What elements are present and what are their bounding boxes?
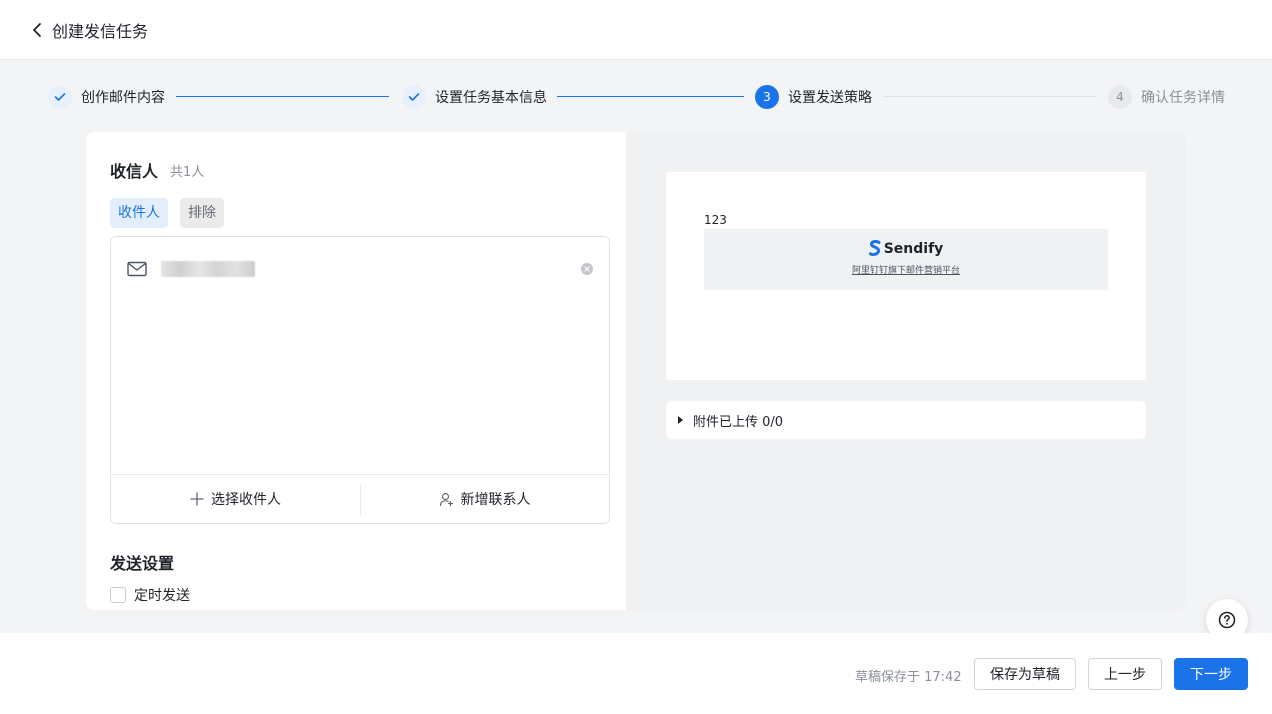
add-contact-label: 新增联系人	[460, 492, 531, 508]
step-number: 4	[1108, 85, 1132, 109]
brand-name: Sendify	[883, 240, 944, 257]
bottom-action-bar: 草稿保存于 17:42 保存为草稿 上一步 下一步	[0, 633, 1272, 714]
top-header: 创建发信任务	[0, 0, 1272, 60]
select-recipients-button[interactable]: 选择收件人	[111, 475, 360, 523]
step-label: 创作邮件内容	[81, 90, 165, 106]
email-preview-panel: 123 Sendify 阿里钉钉旗下邮件营销平台 附件已上传 0/0	[626, 132, 1186, 610]
mail-icon	[127, 261, 147, 277]
back-button[interactable]	[28, 21, 46, 39]
step-done-circle	[48, 85, 72, 109]
check-icon	[54, 93, 66, 101]
step-3: 3 设置发送策略	[755, 84, 872, 110]
recipient-actions: 选择收件人 新增联系人	[111, 474, 609, 523]
step-label: 设置发送策略	[788, 90, 872, 106]
next-step-button[interactable]: 下一步	[1174, 658, 1248, 690]
step-label: 确认任务详情	[1141, 90, 1225, 106]
step-number: 3	[755, 85, 779, 109]
send-settings-title: 发送设置	[110, 554, 175, 573]
caret-right-icon	[678, 416, 683, 424]
step-connector	[176, 96, 389, 97]
recipient-count: 共1人	[170, 165, 205, 180]
page: 创建发信任务 创作邮件内容 设置任务基本信息 3 设置发送策略 4 确认任务详情…	[0, 0, 1272, 714]
check-icon	[408, 93, 420, 101]
remove-recipient-icon[interactable]	[581, 263, 593, 275]
attachments-toggle[interactable]: 附件已上传 0/0	[666, 401, 1146, 439]
brand-footer: Sendify 阿里钉钉旗下邮件营销平台	[704, 229, 1108, 290]
tab-exclude[interactable]: 排除	[180, 198, 224, 228]
page-title: 创建发信任务	[52, 21, 149, 41]
step-4: 4 确认任务详情	[1108, 84, 1225, 110]
add-contact-button[interactable]: 新增联系人	[360, 475, 609, 523]
attachments-status: 附件已上传 0/0	[693, 414, 784, 430]
previous-step-button[interactable]: 上一步	[1088, 658, 1162, 690]
plus-icon	[190, 492, 204, 506]
recipients-title: 收信人	[110, 162, 159, 181]
brand-logo: Sendify	[704, 240, 1108, 257]
recipient-email-redacted	[161, 261, 255, 277]
step-done-circle	[402, 85, 426, 109]
add-user-icon	[439, 492, 454, 507]
step-1: 创作邮件内容	[48, 84, 165, 110]
save-draft-button[interactable]: 保存为草稿	[974, 658, 1076, 690]
scheduled-send-option[interactable]: 定时发送	[110, 585, 190, 605]
help-icon	[1218, 611, 1236, 629]
stepper: 创作邮件内容 设置任务基本信息 3 设置发送策略 4 确认任务详情	[48, 84, 1226, 110]
divider	[360, 485, 361, 515]
select-recipients-label: 选择收件人	[211, 492, 281, 508]
recipient-settings-card: 收信人 共1人 收件人 排除 选择收件人 新增联系人 发送设置 定时发送	[86, 132, 626, 610]
recipient-item	[127, 259, 595, 281]
tab-recipients[interactable]: 收件人	[110, 198, 168, 228]
step-label: 设置任务基本信息	[435, 90, 547, 106]
step-connector	[883, 96, 1096, 97]
step-connector	[557, 96, 744, 97]
email-preview: 123 Sendify 阿里钉钉旗下邮件营销平台	[666, 172, 1146, 380]
draft-status: 草稿保存于 17:42	[855, 670, 962, 685]
scheduled-send-label: 定时发送	[134, 588, 190, 604]
step-2: 设置任务基本信息	[402, 84, 547, 110]
close-icon	[584, 266, 590, 272]
email-body-text: 123	[704, 213, 727, 227]
sendify-logo-icon	[868, 240, 881, 256]
recipient-list: 选择收件人 新增联系人	[110, 236, 610, 524]
scheduled-send-checkbox[interactable]	[110, 587, 126, 603]
brand-link[interactable]: 阿里钉钉旗下邮件营销平台	[704, 263, 1108, 276]
chevron-left-icon	[33, 22, 41, 37]
